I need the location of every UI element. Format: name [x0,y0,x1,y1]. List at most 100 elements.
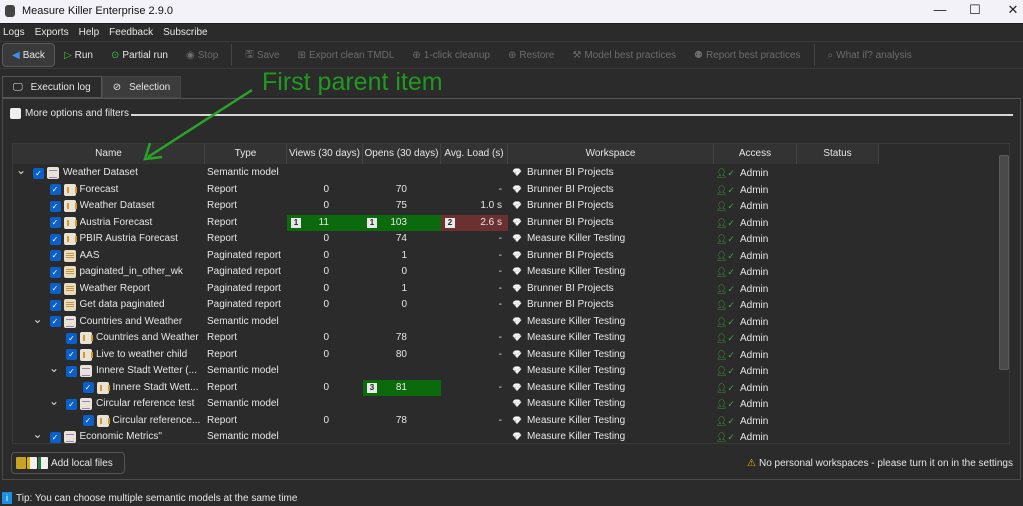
close-button[interactable]: ✕ [993,2,1023,20]
checkbox[interactable]: ✓ [49,217,61,228]
checkbox[interactable] [10,108,21,119]
table-row[interactable]: ✓ Circular reference... Report 0 78 - 💎 Measure… [13,413,998,430]
column-header-workspace[interactable]: Workspace [508,144,714,164]
item-workspace: 💎 Measure Killer Testing [512,347,712,364]
checkbox[interactable]: ✓ [49,184,61,195]
chevron-down-icon[interactable]: ⌄ [48,395,60,407]
item-opens [363,396,441,413]
value: 0 [401,299,407,310]
search-icon: ⌕ [827,49,834,61]
column-header-avg-load-s[interactable]: Avg. Load (s) [441,144,508,164]
checkbox[interactable]: ✓ [49,431,61,443]
workspace-name: Measure Killer Testing [526,332,626,343]
workspace-diamond-icon: 💎 [512,234,522,243]
item-name: Economic Metrics" [79,431,162,442]
table-row[interactable]: ✓ Live to weather child Report 0 80 - 💎 Measure… [13,347,998,364]
toolbar-label: Run [74,49,93,61]
checkbox[interactable]: ✓ [49,299,61,311]
item-load [441,396,508,413]
back-circle-icon: ◀ [12,49,20,61]
table-row[interactable]: ⌄ ✓ Countries and Weather Semantic model 💎 Me… [13,313,998,331]
checkbox[interactable]: ✓ [82,382,94,393]
table-row[interactable]: ⌄ ✓ Circular reference test Semantic model 💎… [13,395,998,413]
checkbox[interactable]: ✓ [49,233,61,245]
partial-run-button[interactable]: ⊙ Partial run [102,43,177,67]
chevron-down-icon[interactable]: ⌄ [32,313,44,325]
run-button[interactable]: ▷ Run [55,43,102,67]
checkbox[interactable]: ✓ [33,167,44,179]
excel-file-icon [38,457,48,469]
report-best-practices-button[interactable]: ⚉ Report best practices [685,43,809,67]
menu-subscribe[interactable]: Subscribe [160,24,214,41]
checkbox[interactable]: ✓ [66,332,77,344]
table-row[interactable]: ✓ Weather Report Paginated report 0 1 - 💎 Brunn… [13,281,998,298]
menu-logs[interactable]: Logs [0,24,32,41]
item-access: 👤︎✓ Admin [716,347,796,364]
table-row[interactable]: ✓ Innere Stadt Wett... Report 0 3 81 - 💎 Measure… [13,379,998,396]
maximize-button[interactable]: ☐ [955,2,995,20]
column-header-opens-30-days[interactable]: Opens (30 days) [363,144,441,164]
more-options-checkbox[interactable]: More options and filters [10,108,129,119]
user-check-icon: 👤︎✓ [716,333,735,343]
item-name: Weather Dataset [79,200,155,211]
table-row[interactable]: ✓ PBIR Austria Forecast Report 0 74 - 💎 Measure… [13,231,998,248]
checkbox[interactable]: ✓ [49,250,61,261]
table-row[interactable]: ✓ Countries and Weather Report 0 78 - 💎 Measure… [13,330,998,347]
column-header-status[interactable]: Status [797,144,879,164]
item-workspace: 💎 Measure Killer Testing [512,330,712,347]
menu-help[interactable]: Help [76,24,107,41]
table-row[interactable]: ✓ Weather Dataset Report 0 75 1.0 s 💎 Brunner B… [13,198,998,215]
report-icon [80,348,93,361]
checkbox[interactable]: ✓ [82,415,94,426]
chevron-down-icon[interactable]: ⌄ [32,428,44,440]
item-opens: 70 [363,182,441,199]
paginated-report-icon [63,299,76,311]
save-button[interactable]: 🖫 Save [236,43,288,67]
chevron-down-icon[interactable]: ⌄ [15,164,27,176]
table-row[interactable]: ✓ paginated_in_other_wk Paginated report 0 0… [13,264,998,281]
item-workspace: 💎 Measure Killer Testing [512,264,712,281]
checkbox[interactable]: ✓ [49,200,61,212]
checkbox[interactable]: ✓ [49,283,61,294]
item-access: 👤︎✓ Admin [716,330,796,347]
toolbar-label: Save [256,49,280,61]
table-row[interactable]: ✓ Forecast Report 0 70 - 💎 Brunner BI Projects 👤… [13,182,998,199]
scrollbar-thumb[interactable] [999,155,1009,370]
checkbox[interactable]: ✓ [66,365,77,377]
table-row[interactable]: ⌄ ✓ Innere Stadt Wetter (... Semantic model… [13,362,998,380]
checkbox[interactable]: ✓ [66,398,77,410]
table-row[interactable]: ✓ AAS Paginated report 0 1 - 💎 Brunner BI Proje… [13,248,998,265]
chevron-down-icon[interactable]: ⌄ [48,362,60,374]
add-local-files-button[interactable]: Add local files [11,452,125,474]
paginated-report-icon [63,266,76,278]
value: 78 [395,414,407,426]
menu-exports[interactable]: Exports [32,24,76,41]
tab-execution-log[interactable]: 🖵 Execution log [2,76,102,98]
divider [131,114,1013,116]
toolbar-label: Partial run [122,49,168,61]
workspace-diamond-icon: 💎 [512,432,522,441]
back-button[interactable]: ◀ Back [2,43,55,67]
minimize-button[interactable]: — [920,2,960,20]
column-header-type[interactable]: Type [205,144,287,164]
checkbox[interactable]: ✓ [66,349,77,360]
column-header-access[interactable]: Access [714,144,797,164]
restore-button[interactable]: ⊕ Restore [499,43,563,67]
table-row[interactable]: ⌄ ✓ Weather Dataset Semantic model 💎 Brunner … [13,164,998,182]
table-row[interactable]: ⌄ ✓ Economic Metrics" Semantic model 💎 Measur… [13,428,998,443]
column-header-views-30-days[interactable]: Views (30 days) [287,144,363,164]
export-clean-tmdl-button[interactable]: ⊞ Export clean TMDL [289,43,404,67]
1-click-cleanup-button[interactable]: ⊕ 1-click cleanup [403,43,499,67]
model-best-practices-button[interactable]: ⚒ Model best practices [563,43,685,67]
tab-selection[interactable]: ⊘ Selection [101,76,182,98]
item-access: 👤︎✓ Admin [716,297,796,314]
column-header-name[interactable]: Name [13,144,205,164]
checkbox[interactable]: ✓ [49,316,61,327]
menu-feedback[interactable]: Feedback [106,24,160,41]
table-row[interactable]: ✓ Austria Forecast Report 1 11 1 103 2 2.6 s 💎 Bru… [13,214,998,231]
what-if-analysis-button[interactable]: ⌕ What if? analysis [819,43,921,67]
paginated-report-icon [63,282,76,295]
checkbox[interactable]: ✓ [49,266,61,278]
stop-button[interactable]: ◉ Stop [177,43,227,67]
table-row[interactable]: ✓ Get data paginated Paginated report 0 0 - 💎 B… [13,297,998,314]
